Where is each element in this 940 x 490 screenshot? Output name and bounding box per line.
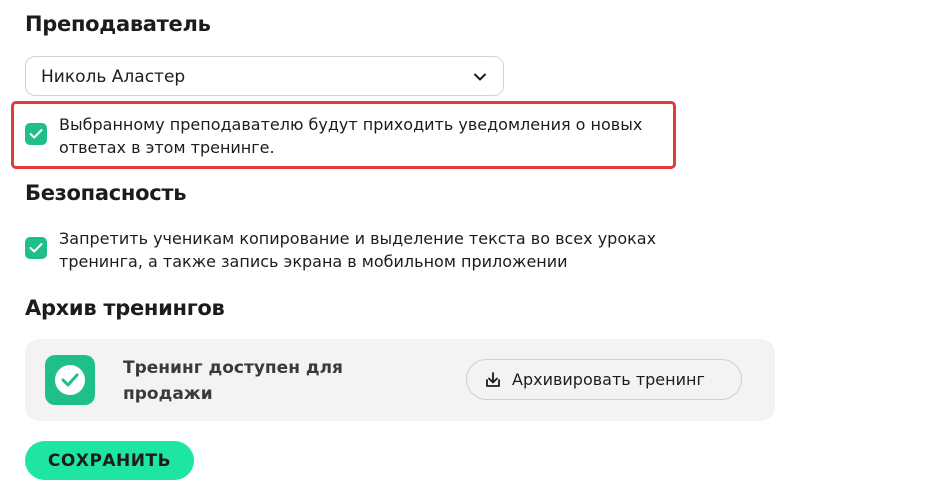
checkmark-icon xyxy=(29,243,43,253)
archive-training-label: Архивировать тренинг xyxy=(512,370,705,389)
archive-card: Тренинг доступен для продажи Архивироват… xyxy=(25,339,775,421)
archive-section-title: Архив тренингов xyxy=(25,296,225,320)
teacher-select-value: Николь Аластер xyxy=(41,67,186,87)
prevent-copy-label: Запретить ученикам копирование и выделен… xyxy=(59,229,657,271)
save-button-label: СОХРАНИТЬ xyxy=(47,451,172,471)
prevent-copy-checkbox[interactable] xyxy=(25,237,47,259)
notify-teacher-label: Выбранному преподавателю будут приходить… xyxy=(59,115,643,157)
download-icon xyxy=(486,372,500,387)
notify-teacher-checkbox[interactable] xyxy=(25,123,47,145)
save-button[interactable]: СОХРАНИТЬ xyxy=(25,441,194,480)
chevron-down-icon xyxy=(472,69,488,85)
teacher-section-title: Преподаватель xyxy=(25,12,211,36)
training-status-text: Тренинг доступен для продажи xyxy=(123,358,343,404)
checkmark-icon xyxy=(29,129,43,139)
check-circle-icon xyxy=(45,355,95,405)
teacher-select[interactable]: Николь Аластер xyxy=(25,56,504,96)
security-section-title: Безопасность xyxy=(25,181,187,205)
archive-training-button[interactable]: Архивировать тренинг xyxy=(466,359,742,400)
